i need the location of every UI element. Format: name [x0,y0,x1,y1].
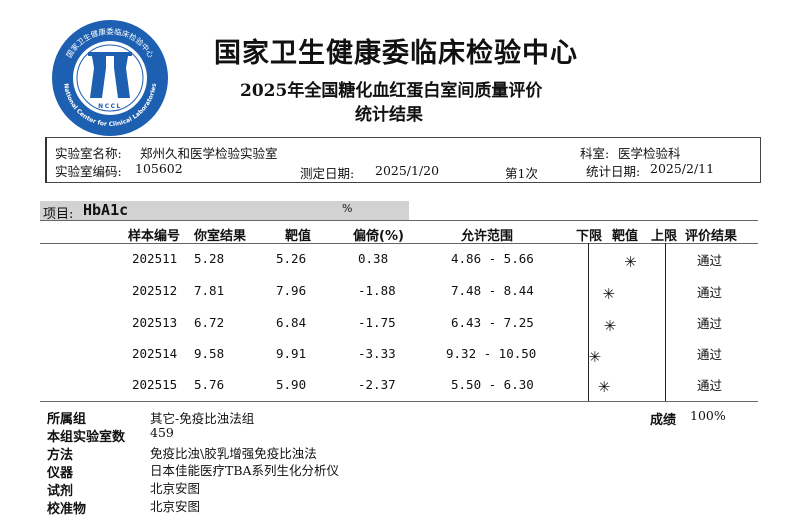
cell-result: 5.28 [194,251,225,266]
header-top-rule [40,220,758,221]
calibrator-label: 校准物 [47,502,87,517]
bias-marker: ✳ [624,253,637,271]
cell-result: 7.81 [194,283,225,298]
method-label: 方法 [47,448,74,463]
col-range: 允许范围 [461,229,514,244]
cell-evaluation: 通过 [697,285,723,300]
col-upper: 上限 [651,229,678,244]
cell-target: 6.84 [276,315,307,330]
cell-range: 5.50 - 6.30 [451,377,534,392]
reagent-value: 北京安图 [150,481,201,496]
dept-label: 科室: [580,146,610,161]
cell-result: 5.76 [194,377,225,392]
reagent-label: 试剂 [47,484,74,499]
cell-evaluation: 通过 [697,316,723,331]
cell-sample: 202513 [132,315,178,330]
calibrator-value: 北京安图 [150,499,201,514]
cell-evaluation: 通过 [697,253,723,268]
cell-sample: 202511 [132,251,178,266]
cell-range: 4.86 - 5.66 [451,251,534,266]
cell-bias: -1.75 [358,315,396,330]
cell-sample: 202514 [132,346,178,361]
group-label: 所属组 [47,412,87,427]
item-unit: % [342,202,353,215]
lab-name-label: 实验室名称: [55,146,122,161]
cell-result: 6.72 [194,315,225,330]
cell-sample: 202512 [132,283,178,298]
col-target: 靶值 [285,229,312,244]
lab-code-label: 实验室编码: [55,164,122,179]
col-evaluation: 评价结果 [685,229,738,244]
cell-bias: 0.38 [358,251,389,266]
eqa-title: 2025年全国糖化血红蛋白室间质量评价 [240,81,543,101]
col-target-mark: 靶值 [612,229,639,244]
lower-limit-line [588,243,589,401]
bias-marker: ✳ [602,285,615,303]
test-date: 2025/1/20 [375,163,440,178]
table-bottom-rule [40,401,758,402]
header-bottom-rule [40,243,758,244]
lab-count-value: 459 [150,425,174,440]
logo-acronym: NCCL [98,103,122,110]
cell-range: 7.48 - 8.44 [451,283,534,298]
cell-range: 9.32 - 10.50 [446,346,537,361]
round: 第1次 [505,166,538,181]
cell-target: 7.96 [276,283,307,298]
dept: 医学检验科 [618,146,681,161]
stat-date: 2025/2/11 [650,161,715,176]
lab-name: 郑州久和医学检验实验室 [140,146,278,161]
cell-bias: -2.37 [358,377,396,392]
cell-target: 5.90 [276,377,307,392]
score-value: 100% [690,408,726,423]
col-bias: 偏倚(%) [353,229,404,244]
item-name: HbA1c [83,201,129,219]
score-label: 成绩 [650,413,677,428]
nccl-logo: 国家卫生健康委临床检验中心 National Center for Clinic… [52,20,168,136]
bias-marker: ✳ [597,378,611,396]
cell-bias: -3.33 [358,346,396,361]
cell-evaluation: 通过 [697,378,723,393]
instrument-label: 仪器 [47,466,74,481]
col-sample-no: 样本编号 [128,229,181,244]
col-lower: 下限 [576,229,603,244]
bias-marker: ✳ [588,348,602,366]
cell-target: 9.91 [276,346,307,361]
cell-evaluation: 通过 [697,347,723,362]
cell-result: 9.58 [194,346,225,361]
lab-count-label: 本组实验室数 [47,430,126,445]
upper-limit-line [665,243,666,401]
lab-code: 105602 [135,161,183,176]
instrument-value: 日本佳能医疗TBA系列生化分析仪 [150,463,340,478]
org-title: 国家卫生健康委临床检验中心 [214,38,578,69]
test-date-label: 测定日期: [300,166,355,181]
cell-target: 5.26 [276,251,307,266]
stat-date-label: 统计日期: [586,164,641,179]
cell-bias: -1.88 [358,283,396,298]
sub-title: 统计结果 [355,105,423,125]
col-your-result: 你室结果 [194,229,247,244]
bias-marker: ✳ [603,317,617,335]
cell-sample: 202515 [132,377,178,392]
cell-range: 6.43 - 7.25 [451,315,534,330]
